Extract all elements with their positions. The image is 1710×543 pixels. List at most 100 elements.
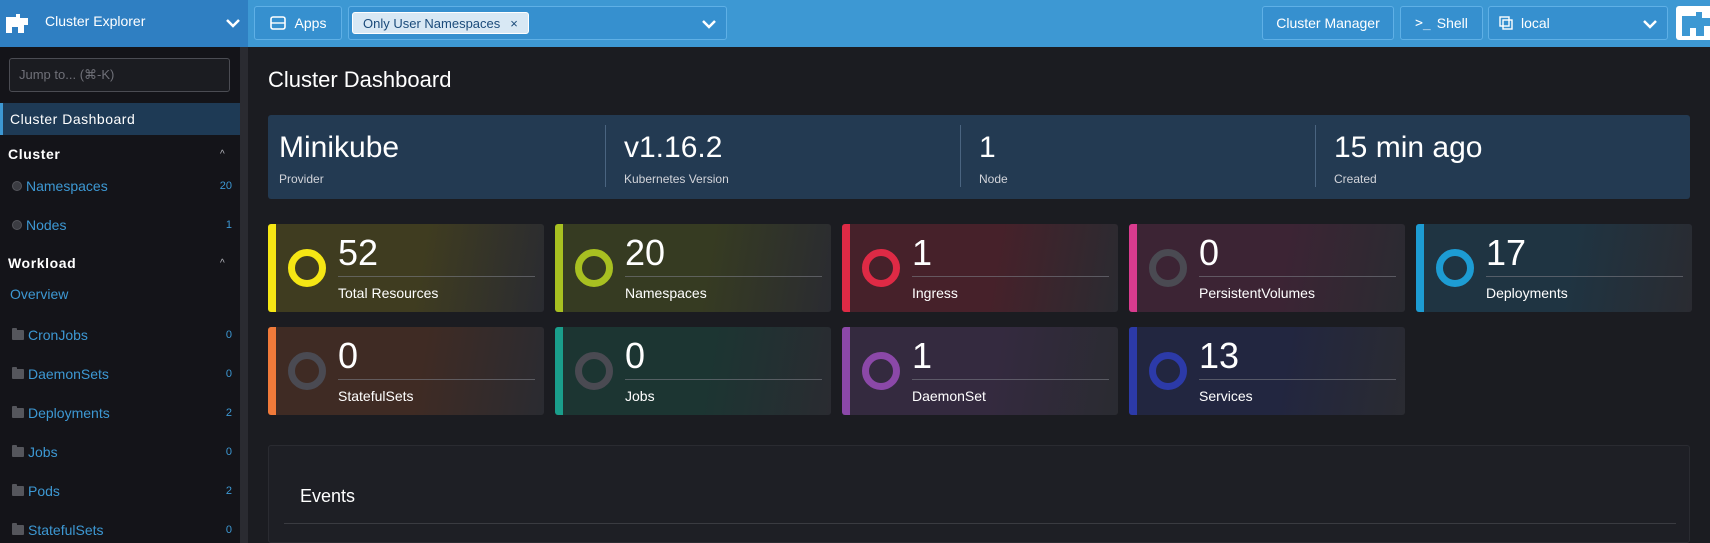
tile-accent-bar xyxy=(268,224,276,312)
divider xyxy=(912,379,1109,380)
info-value: 15 min ago xyxy=(1334,131,1483,164)
ring-icon xyxy=(1149,352,1187,390)
sidebar: Jump to... (⌘-K) Cluster Dashboard Clust… xyxy=(0,47,240,543)
shell-label: Shell xyxy=(1436,15,1468,31)
folder-icon xyxy=(12,328,24,340)
resource-tile-deployments[interactable]: 17 Deployments xyxy=(1416,224,1692,312)
ring-icon xyxy=(862,249,900,287)
info-label: Kubernetes Version xyxy=(624,172,729,186)
ring-icon xyxy=(1436,249,1474,287)
circle-icon xyxy=(12,181,22,191)
sidebar-scrollbar[interactable] xyxy=(240,47,248,543)
resource-tile-total resources[interactable]: 52 Total Resources xyxy=(268,224,544,312)
page-title: Cluster Dashboard xyxy=(268,67,452,92)
info-label: Node xyxy=(979,172,1008,186)
events-title: Events xyxy=(300,486,356,506)
sidebar-item-daemonsets[interactable]: DaemonSets 0 xyxy=(12,364,232,384)
chip-remove-icon[interactable]: × xyxy=(510,16,518,31)
item-count: 0 xyxy=(225,524,232,536)
app-switcher[interactable]: Cluster Explorer xyxy=(0,0,248,47)
divider xyxy=(1199,276,1396,277)
chevron-down-icon xyxy=(1643,20,1657,29)
sidebar-item-label: Namespaces xyxy=(26,178,108,194)
top-header: Cluster Explorer Apps Only User Namespac… xyxy=(0,0,1710,47)
app-title: Cluster Explorer xyxy=(45,13,146,29)
sidebar-item-deployments[interactable]: Deployments 2 xyxy=(12,403,232,423)
folder-icon xyxy=(12,484,24,496)
divider xyxy=(1199,379,1396,380)
tile-label: StatefulSets xyxy=(338,388,414,404)
tile-label: Total Resources xyxy=(338,285,439,301)
cluster-select[interactable]: local xyxy=(1488,6,1668,40)
resource-tile-persistentvolumes[interactable]: 0 PersistentVolumes xyxy=(1129,224,1405,312)
folder-icon xyxy=(12,406,24,418)
cluster-icon xyxy=(1499,16,1513,30)
apps-button[interactable]: Apps xyxy=(254,6,342,40)
tile-accent-bar xyxy=(555,224,563,312)
resource-tile-ingress[interactable]: 1 Ingress xyxy=(842,224,1118,312)
info-label: Provider xyxy=(279,172,324,186)
sidebar-group-cluster[interactable]: Cluster xyxy=(8,146,60,162)
info-label: Created xyxy=(1334,172,1377,186)
info-created: 15 min ago Created xyxy=(1323,115,1678,199)
jump-to-input[interactable]: Jump to... (⌘-K) xyxy=(9,58,230,92)
tile-label: PersistentVolumes xyxy=(1199,285,1315,301)
sidebar-item-cluster-dashboard[interactable]: Cluster Dashboard xyxy=(0,103,240,135)
ring-icon xyxy=(575,249,613,287)
item-count: 0 xyxy=(225,368,232,380)
resource-tile-daemonset[interactable]: 1 DaemonSet xyxy=(842,327,1118,415)
tile-label: Deployments xyxy=(1486,285,1568,301)
sidebar-item-statefulsets[interactable]: StatefulSets 0 xyxy=(12,520,232,540)
folder-icon xyxy=(12,445,24,457)
shell-button[interactable]: >_ Shell xyxy=(1400,6,1483,40)
namespace-filter[interactable]: Only User Namespaces × xyxy=(348,6,727,40)
sidebar-item-label: Deployments xyxy=(28,405,110,421)
info-node: 1 Node xyxy=(968,115,1323,199)
sidebar-item-label: Pods xyxy=(28,483,60,499)
resource-tile-jobs[interactable]: 0 Jobs xyxy=(555,327,831,415)
sidebar-item-overview[interactable]: Overview xyxy=(10,284,230,304)
tile-label: Services xyxy=(1199,388,1253,404)
tile-label: DaemonSet xyxy=(912,388,986,404)
tile-count: 20 xyxy=(625,232,666,273)
sidebar-item-label: StatefulSets xyxy=(28,522,104,538)
folder-icon xyxy=(12,367,24,379)
tile-label: Ingress xyxy=(912,285,958,301)
tile-count: 0 xyxy=(1199,232,1220,273)
item-count: 0 xyxy=(225,329,232,341)
shell-icon: >_ xyxy=(1415,15,1431,31)
circle-icon xyxy=(12,220,22,230)
sidebar-item-label: Cluster Dashboard xyxy=(10,111,136,127)
resource-tile-services[interactable]: 13 Services xyxy=(1129,327,1405,415)
ring-icon xyxy=(1149,249,1187,287)
sidebar-item-jobs[interactable]: Jobs 0 xyxy=(12,442,232,462)
info-value: 1 xyxy=(979,131,996,164)
sidebar-item-nodes[interactable]: Nodes 1 xyxy=(12,215,232,235)
user-avatar[interactable] xyxy=(1676,6,1710,40)
ring-icon xyxy=(288,352,326,390)
chevron-down-icon xyxy=(226,19,240,28)
divider xyxy=(338,276,535,277)
apps-icon xyxy=(269,16,286,30)
chevron-up-icon[interactable]: ^ xyxy=(220,149,225,160)
folder-icon xyxy=(12,523,24,535)
sidebar-item-namespaces[interactable]: Namespaces 20 xyxy=(12,176,232,196)
tile-accent-bar xyxy=(842,224,850,312)
sidebar-item-pods[interactable]: Pods 2 xyxy=(12,481,232,501)
jump-placeholder: Jump to... (⌘-K) xyxy=(19,67,115,82)
chevron-up-icon[interactable]: ^ xyxy=(220,258,225,269)
info-kubernetes-version: v1.16.2 Kubernetes Version xyxy=(613,115,968,199)
tile-count: 52 xyxy=(338,232,379,273)
info-value: v1.16.2 xyxy=(624,131,723,164)
tile-label: Jobs xyxy=(625,388,655,404)
resource-tile-namespaces[interactable]: 20 Namespaces xyxy=(555,224,831,312)
resource-tile-statefulsets[interactable]: 0 StatefulSets xyxy=(268,327,544,415)
divider xyxy=(625,379,822,380)
tile-accent-bar xyxy=(1129,224,1137,312)
sidebar-group-workload[interactable]: Workload xyxy=(8,255,76,271)
item-count: 2 xyxy=(225,485,232,497)
sidebar-item-label: DaemonSets xyxy=(28,366,109,382)
cluster-manager-button[interactable]: Cluster Manager xyxy=(1262,6,1394,40)
sidebar-item-cronjobs[interactable]: CronJobs 0 xyxy=(12,325,232,345)
namespace-chip-label: Only User Namespaces xyxy=(363,15,501,31)
